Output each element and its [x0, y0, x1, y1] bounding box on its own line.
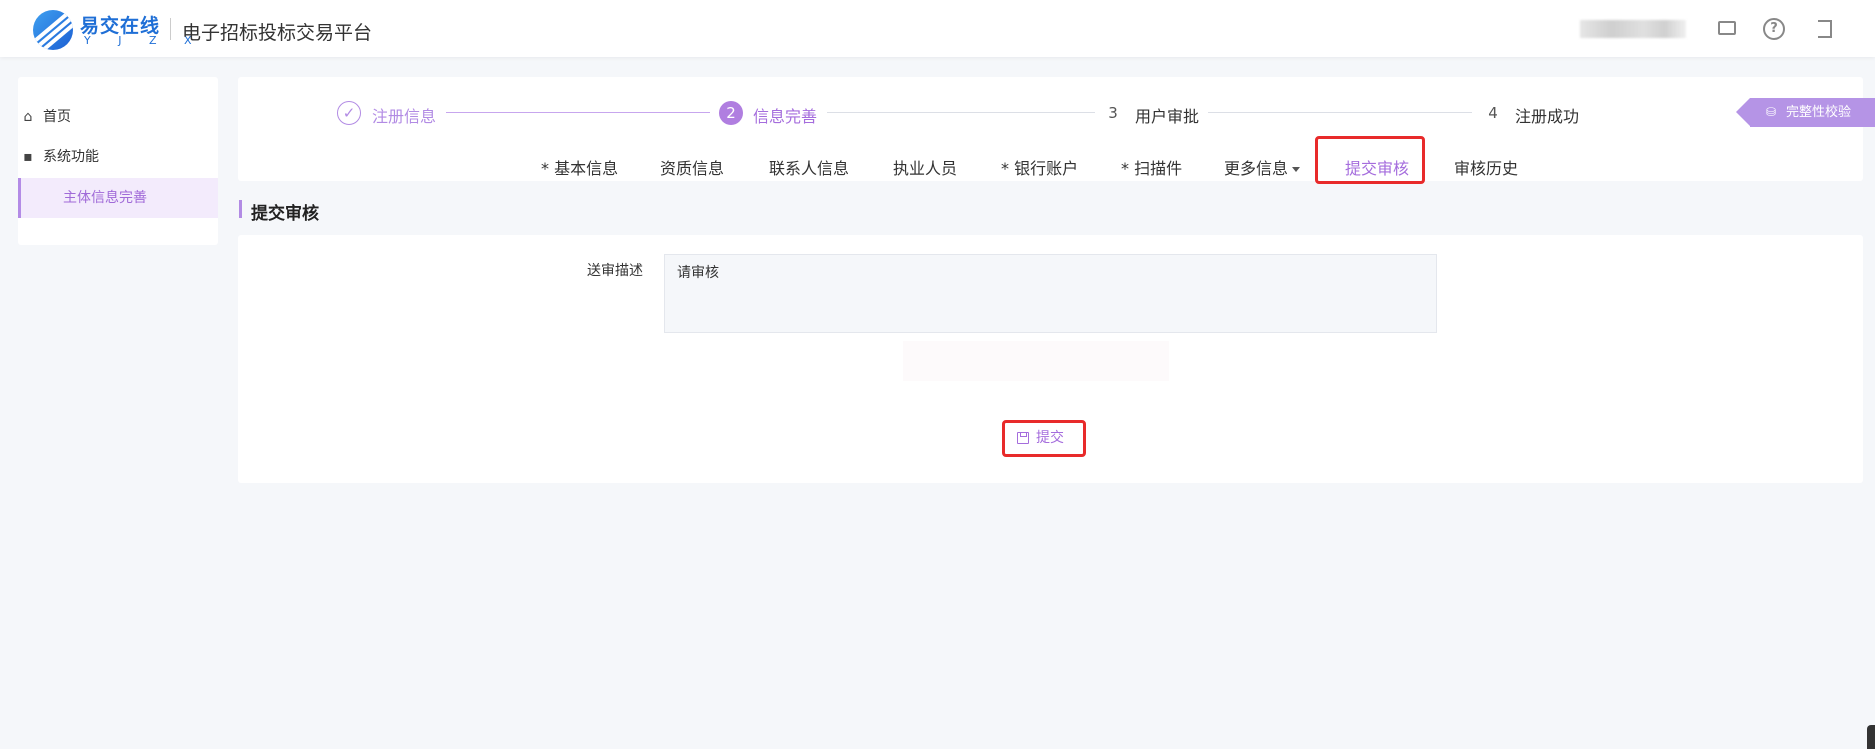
completeness-check-button[interactable]: ⛁ 完整性校验: [1736, 98, 1875, 127]
sidebar-item-label: 主体信息完善: [63, 190, 147, 206]
logo-icon: [33, 10, 73, 50]
completeness-check-label: 完整性校验: [1786, 105, 1852, 120]
review-description-label: 送审描述: [587, 263, 643, 279]
section-marker: [239, 200, 242, 218]
tab-review-history[interactable]: 审核历史: [1454, 155, 1518, 179]
top-header: 易交在线 Y J Z X 电子招标投标交易平台 ?: [0, 0, 1875, 57]
step-connector: [446, 112, 710, 113]
grid-icon: ▪: [23, 149, 33, 165]
step-2-label: 信息完善: [753, 107, 818, 126]
tab-scans[interactable]: * 扫描件: [1121, 155, 1182, 179]
help-icon[interactable]: ?: [1763, 18, 1785, 40]
step-1-label: 注册信息: [372, 107, 437, 126]
sidebar-item-system[interactable]: ▪ 系统功能: [0, 137, 200, 177]
sidebar-item-entity-info[interactable]: 主体信息完善: [18, 178, 218, 218]
sidebar-item-label: 首页: [43, 109, 71, 125]
section-title: 提交审核: [251, 204, 319, 224]
highlight-box-tab: [1315, 136, 1425, 184]
scrollbar-handle[interactable]: [1867, 725, 1875, 749]
home-icon: ⌂: [23, 109, 33, 125]
step-connector: [827, 112, 1095, 113]
step-1-check-icon: ✓: [337, 101, 361, 125]
tab-practitioners[interactable]: 执业人员: [893, 155, 957, 179]
step-connector: [1208, 112, 1472, 113]
sidebar-item-label: 系统功能: [43, 149, 99, 165]
step-3-label: 用户审批: [1135, 107, 1200, 126]
monitor-icon[interactable]: [1716, 18, 1738, 40]
user-name-blurred[interactable]: [1580, 20, 1686, 38]
tab-more-info[interactable]: 更多信息: [1224, 155, 1301, 179]
step-4-label: 注册成功: [1515, 107, 1580, 126]
tab-contacts[interactable]: 联系人信息: [769, 155, 849, 179]
step-3-number: 3: [1108, 104, 1118, 122]
tab-qualification[interactable]: 资质信息: [660, 155, 724, 179]
review-description-input[interactable]: 请审核: [664, 254, 1437, 333]
platform-title: 电子招标投标交易平台: [182, 22, 373, 44]
tab-basic-info[interactable]: * 基本信息: [541, 155, 618, 179]
sidebar-item-home[interactable]: ⌂ 首页: [0, 97, 200, 137]
highlight-box-submit: [1002, 420, 1086, 457]
tab-more-info-label: 更多信息: [1224, 159, 1289, 178]
chevron-down-icon: [1292, 167, 1301, 172]
blank-area: [903, 341, 1169, 381]
step-2-number: 2: [719, 101, 743, 125]
logout-icon[interactable]: [1812, 18, 1834, 40]
database-search-icon: ⛁: [1766, 105, 1777, 119]
header-divider: [170, 18, 171, 40]
step-4-number: 4: [1488, 104, 1498, 122]
tab-bank-account[interactable]: * 银行账户: [1001, 155, 1078, 179]
